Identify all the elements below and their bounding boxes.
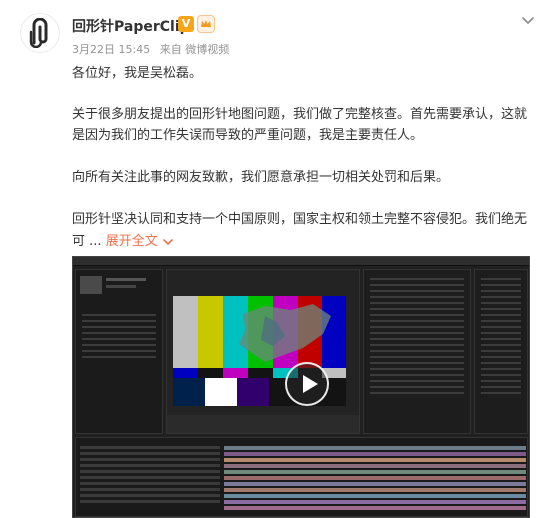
crown-badge-icon [197, 15, 215, 33]
username[interactable]: 回形针PaperClip [72, 16, 190, 36]
editor-timeline [75, 437, 528, 517]
play-icon[interactable] [285, 362, 329, 406]
post-meta: 3月22日 15:45 来自 微博视频 [72, 41, 229, 57]
post-paragraph: 向所有关注此事的网友致歉，我们愿意承担一切相关处罚和后果。 [72, 170, 450, 185]
editor-effects-panel [363, 269, 471, 434]
chevron-down-icon [522, 17, 534, 25]
post-paragraph: 关于很多朋友提出的回形针地图问题，我们做了完整核查。首先需要承认，这就是因为我们… [72, 107, 528, 143]
truncation-row: 可 ... 展开全文 [72, 231, 174, 252]
post-menu-button[interactable] [520, 12, 536, 25]
post-paragraph: 回形针坚决认同和支持一个中国原则，国家主权和领土完整不容侵犯。我们绝无 [72, 212, 528, 227]
truncated-text: 可 [72, 234, 86, 249]
editor-composition-viewer [166, 269, 360, 434]
post-date[interactable]: 3月22日 15:45 [72, 43, 150, 56]
editor-project-panel [75, 269, 163, 434]
paperclip-logo-icon [29, 18, 48, 48]
expand-label: 展开全文 [105, 234, 158, 249]
post-source: 来自 微博视频 [159, 43, 230, 56]
editor-side-panel [474, 269, 528, 434]
video-thumbnail[interactable] [72, 256, 530, 518]
chevron-down-icon [163, 238, 173, 245]
expand-full-text-link[interactable]: 展开全文 [106, 234, 174, 249]
avatar[interactable] [20, 13, 60, 53]
ellipsis: ... [89, 234, 102, 249]
editor-menubar [73, 257, 529, 266]
post-paragraph: 各位好，我是吴松磊。 [72, 66, 203, 81]
verified-badge: V [178, 16, 194, 32]
